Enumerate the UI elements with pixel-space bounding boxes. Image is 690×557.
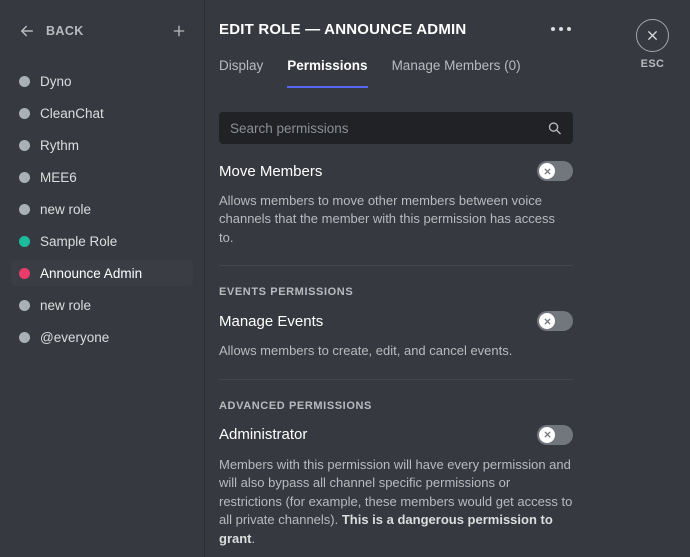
role-name-label: @everyone [40,330,109,345]
search-input[interactable] [219,112,573,144]
permission-description-text: Allows members to create, edit, and canc… [219,343,512,358]
role-name-label: Sample Role [40,234,117,249]
sidebar-item-role[interactable]: new role [11,292,193,318]
esc-column: ESC [615,0,690,557]
permission-toggle[interactable] [537,161,573,181]
sidebar-item-role[interactable]: Announce Admin [11,260,193,286]
role-name-label: Announce Admin [40,266,142,281]
permission-toggle[interactable] [537,425,573,445]
permission-item: Administrator Members with this permissio… [219,416,573,552]
permission-description: Allows members to create, edit, and canc… [219,342,573,360]
permission-description-tail: . [252,531,256,546]
permission-section-label: EVENTS PERMISSIONS [219,286,573,298]
back-button[interactable]: BACK [18,22,168,40]
sidebar-item-role[interactable]: CleanChat [11,100,193,126]
close-circle-icon[interactable] [636,19,669,52]
permission-description: Allows members to move other members bet… [219,192,573,247]
permission-toggle[interactable] [537,311,573,331]
plus-icon [171,23,187,39]
role-color-dot [19,236,30,247]
sidebar-header: BACK [0,0,204,62]
role-color-dot [19,268,30,279]
permission-title: Manage Events [219,313,323,330]
search-permissions [219,112,573,144]
permission-row: Administrator [219,422,573,448]
sidebar-item-role[interactable]: Sample Role [11,228,193,254]
tab-permissions[interactable]: Permissions [287,58,367,88]
sidebar-item-role[interactable]: Dyno [11,68,193,94]
panel-header: EDIT ROLE — ANNOUNCE ADMIN [219,0,615,58]
role-color-dot [19,76,30,87]
cross-icon [539,313,555,329]
sidebar-item-role[interactable]: MEE6 [11,164,193,190]
divider [219,379,573,380]
permission-row: Manage Events [219,308,573,334]
role-name-label: new role [40,298,91,313]
sidebar-item-role[interactable]: new role [11,196,193,222]
role-color-dot [19,108,30,119]
page-title: EDIT ROLE — ANNOUNCE ADMIN [219,21,549,38]
roles-sidebar: BACK Dyno CleanChat Rythm MEE6 new role Sampl… [0,0,205,557]
edit-role-modal: BACK Dyno CleanChat Rythm MEE6 new role Sampl… [0,0,690,557]
permission-title: Move Members [219,163,322,180]
esc-label: ESC [641,58,665,70]
role-name-label: Dyno [40,74,72,89]
tab-display[interactable]: Display [219,58,263,88]
tab-manage-members-0[interactable]: Manage Members (0) [392,58,521,88]
permission-item: Move Members Allows members to move other… [219,152,573,266]
more-options-icon[interactable] [549,21,573,37]
permissions-panel: EDIT ROLE — ANNOUNCE ADMIN Display Permis… [205,0,615,557]
sidebar-item-role[interactable]: Rythm [11,132,193,158]
role-color-dot [19,172,30,183]
permission-row: Move Members [219,158,573,184]
role-color-dot [19,300,30,311]
role-color-dot [19,204,30,215]
divider [219,265,573,266]
cross-icon [539,163,555,179]
cross-icon [539,427,555,443]
role-color-dot [19,332,30,343]
tab-bar: Display Permissions Manage Members (0) [219,58,615,100]
back-label: BACK [46,24,84,38]
permission-title: Administrator [219,426,307,443]
permission-section-label: ADVANCED PERMISSIONS [219,400,573,412]
add-role-button[interactable] [168,20,190,42]
permission-item: Manage Events Allows members to create, e… [219,302,573,379]
role-name-label: Rythm [40,138,79,153]
arrow-left-icon [18,22,36,40]
role-color-dot [19,140,30,151]
permission-description: Members with this permission will have e… [219,456,573,548]
permission-description-text: Allows members to move other members bet… [219,193,555,245]
sidebar-item-role[interactable]: @everyone [11,324,193,350]
role-name-label: MEE6 [40,170,77,185]
role-name-label: new role [40,202,91,217]
permission-list: Move Members Allows members to move other… [219,152,615,552]
role-name-label: CleanChat [40,106,104,121]
role-list: Dyno CleanChat Rythm MEE6 new role Sample Rol… [0,62,204,350]
